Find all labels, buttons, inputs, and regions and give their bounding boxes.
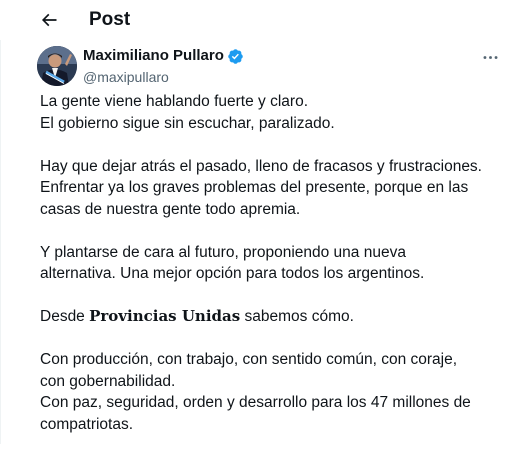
tweet-paragraph: Y plantarse de cara al futuro, proponien… (40, 242, 500, 285)
author-display-name[interactable]: Maximiliano Pullaro (83, 46, 224, 66)
tweet-line: casas de nuestra gente todo apremia. (40, 200, 301, 218)
tweet-line: Con producción, con trabajo, con sentido… (40, 351, 458, 368)
more-horizontal-icon (483, 55, 497, 59)
verified-badge-icon[interactable] (227, 48, 244, 65)
tweet-line: Hay que dejar atrás el pasado, lleno de … (40, 157, 482, 175)
tweet-text: La gente viene hablando fuerte y claro. … (40, 91, 500, 457)
tweet-line: La gente viene hablando fuerte y claro. (40, 93, 308, 110)
tweet-line: Desde Provincias Unidas sabemos cómo. (40, 306, 500, 328)
author-info: Maximiliano Pullaro @maxipullaro (83, 46, 244, 87)
tweet-article: Maximiliano Pullaro @maxipullaro La gent… (0, 40, 508, 444)
display-name-row: Maximiliano Pullaro (83, 46, 244, 66)
tweet-paragraph: Con producción, con trabajo, con sentido… (40, 349, 500, 435)
tweet-paragraph: Hay que dejar atrás el pasado, lleno de … (40, 156, 500, 221)
tweet-line: alternativa. Una mejor opción para todos… (40, 265, 425, 282)
tweet-line: compatriotas. (40, 415, 134, 433)
profile-photo (37, 46, 77, 86)
post-header: Post (0, 0, 508, 40)
back-button[interactable] (36, 6, 62, 34)
tweet-paragraph: Desde Provincias Unidas sabemos cómo. (40, 306, 500, 328)
tweet-text-suffix: sabemos cómo. (240, 308, 354, 325)
tweet-line: Con paz, seguridad, orden y desarrollo p… (40, 394, 471, 411)
avatar[interactable] (37, 46, 77, 86)
tweet-text-prefix: Desde (40, 308, 90, 325)
tweet-line: Y plantarse de cara al futuro, proponien… (40, 243, 406, 261)
page-title: Post (89, 9, 131, 30)
tweet-line: El gobierno sigue sin escuchar, paraliza… (40, 114, 335, 132)
tweet-line: con gobernabilidad. (40, 372, 176, 390)
arrow-left-icon (41, 13, 57, 27)
tweet-paragraph: La gente viene hablando fuerte y claro. … (40, 91, 500, 134)
more-options-button[interactable] (479, 46, 501, 68)
author-handle[interactable]: @maxipullaro (83, 67, 244, 87)
tweet-line: Enfrentar ya los graves problemas del pr… (40, 179, 469, 196)
bold-phrase: Provincias Unidas (89, 307, 241, 325)
